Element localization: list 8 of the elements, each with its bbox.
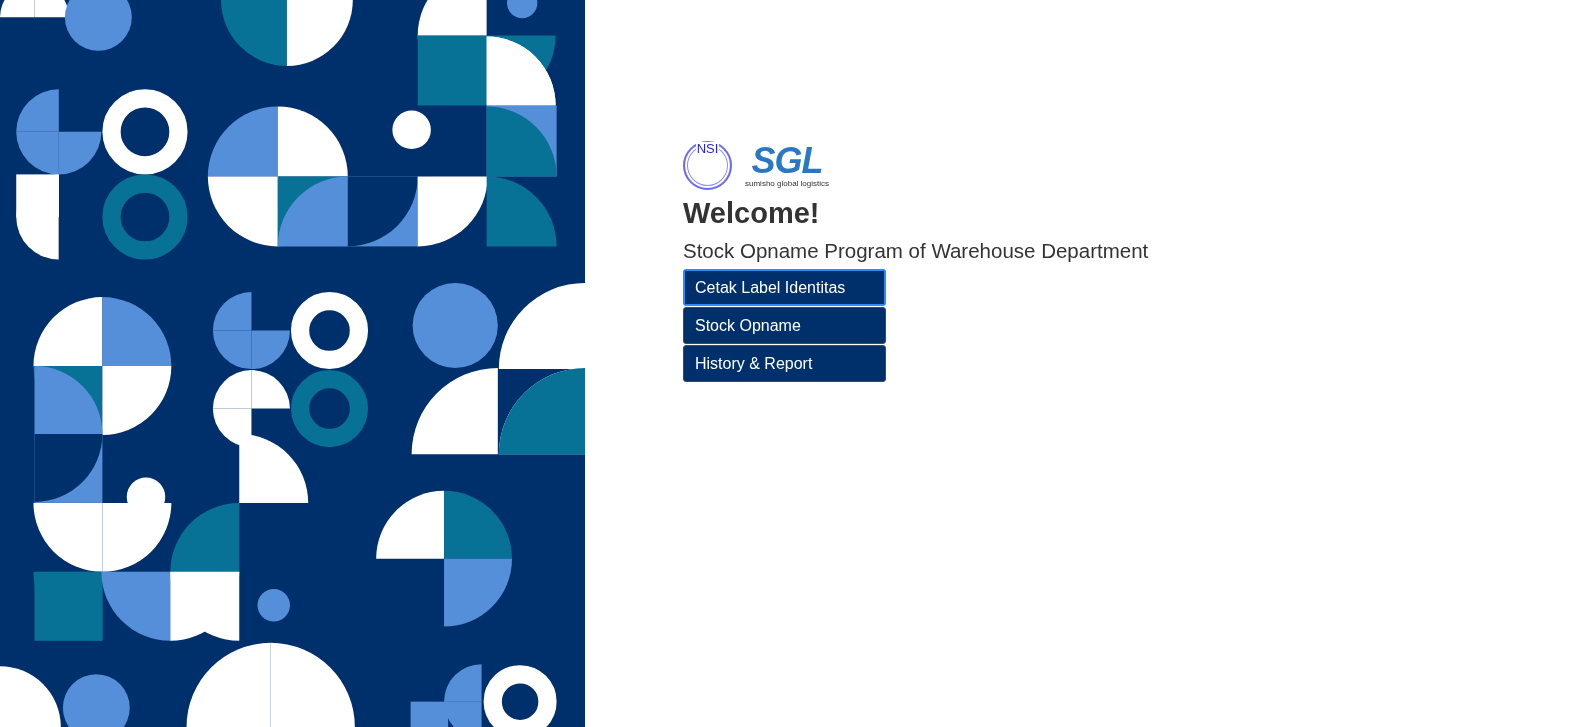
nsi-logo-text: NSI xyxy=(695,142,720,155)
sgl-logo: SGL xyxy=(751,143,823,179)
menu-button[interactable]: History & Report xyxy=(683,345,886,382)
welcome-heading: Welcome! xyxy=(683,196,820,230)
menu-button[interactable]: Stock Opname xyxy=(683,307,886,344)
sgl-tagline: sumisho global logistics xyxy=(745,179,830,188)
subtitle: Stock Opname Program of Warehouse Department xyxy=(683,238,1149,264)
menu-button[interactable]: Cetak Label Identitas xyxy=(683,269,886,306)
